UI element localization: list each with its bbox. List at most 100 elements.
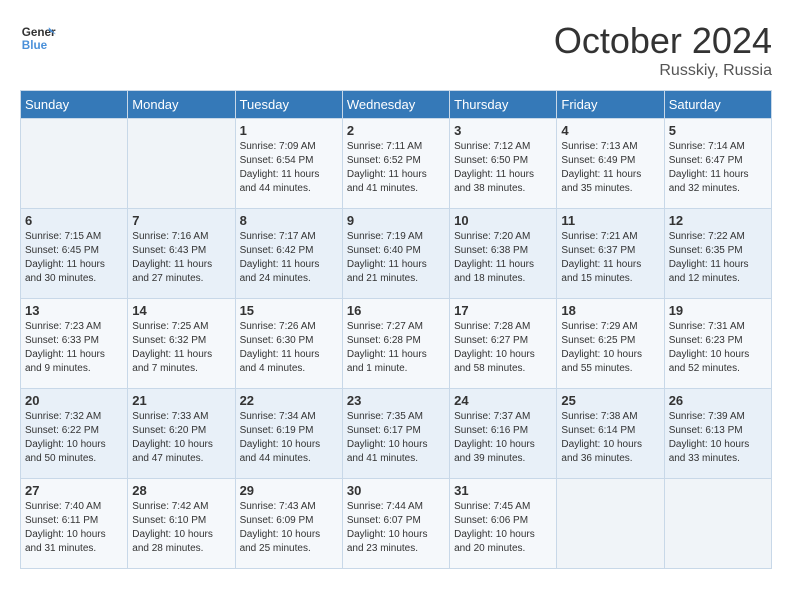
day-info: Sunrise: 7:12 AM Sunset: 6:50 PM Dayligh… (454, 140, 552, 196)
day-info: Sunrise: 7:37 AM Sunset: 6:16 PM Dayligh… (454, 410, 552, 466)
calendar-day-cell: 26 Sunrise: 7:39 AM Sunset: 6:13 PM Dayli… (664, 389, 771, 479)
calendar-day-cell: 1 Sunrise: 7:09 AM Sunset: 6:54 PM Daylig… (235, 119, 342, 209)
weekday-header-row: SundayMondayTuesdayWednesdayThursdayFrid… (21, 91, 772, 119)
day-info: Sunrise: 7:13 AM Sunset: 6:49 PM Dayligh… (561, 140, 659, 196)
calendar-day-cell: 24 Sunrise: 7:37 AM Sunset: 6:16 PM Dayli… (450, 389, 557, 479)
calendar-day-cell: 22 Sunrise: 7:34 AM Sunset: 6:19 PM Dayli… (235, 389, 342, 479)
empty-day-cell (664, 479, 771, 569)
calendar-day-cell: 2Sunrise: 7:11 AM Sunset: 6:52 PM Daylig… (342, 119, 449, 209)
calendar-week-row: 13 Sunrise: 7:23 AM Sunset: 6:33 PM Dayli… (21, 299, 772, 389)
day-number: 27 (25, 483, 123, 498)
weekday-header-tuesday: Tuesday (235, 91, 342, 119)
day-info: Sunrise: 7:28 AM Sunset: 6:27 PM Dayligh… (454, 320, 552, 376)
day-info: Sunrise: 7:23 AM Sunset: 6:33 PM Dayligh… (25, 320, 123, 376)
day-info: Sunrise: 7:35 AM Sunset: 6:17 PM Dayligh… (347, 410, 445, 466)
day-info: Sunrise: 7:32 AM Sunset: 6:22 PM Dayligh… (25, 410, 123, 466)
day-info: Sunrise: 7:45 AM Sunset: 6:06 PM Dayligh… (454, 500, 552, 556)
logo: General Blue (20, 20, 56, 56)
logo-icon: General Blue (20, 20, 56, 56)
day-number: 20 (25, 393, 123, 408)
calendar-day-cell: 11 Sunrise: 7:21 AM Sunset: 6:37 PM Dayli… (557, 209, 664, 299)
day-number: 18 (561, 303, 659, 318)
day-number: 15 (240, 303, 338, 318)
day-info: Sunrise: 7:09 AM Sunset: 6:54 PM Dayligh… (240, 140, 338, 196)
location-subtitle: Russkiy, Russia (554, 62, 772, 80)
calendar-week-row: 6Sunrise: 7:15 AM Sunset: 6:45 PM Daylig… (21, 209, 772, 299)
calendar-week-row: 27 Sunrise: 7:40 AM Sunset: 6:11 PM Dayli… (21, 479, 772, 569)
calendar-day-cell: 23 Sunrise: 7:35 AM Sunset: 6:17 PM Dayli… (342, 389, 449, 479)
calendar-day-cell: 28 Sunrise: 7:42 AM Sunset: 6:10 PM Dayli… (128, 479, 235, 569)
calendar-day-cell: 8Sunrise: 7:17 AM Sunset: 6:42 PM Daylig… (235, 209, 342, 299)
calendar-day-cell: 19Sunrise: 7:31 AM Sunset: 6:23 PM Dayli… (664, 299, 771, 389)
day-info: Sunrise: 7:38 AM Sunset: 6:14 PM Dayligh… (561, 410, 659, 466)
day-info: Sunrise: 7:43 AM Sunset: 6:09 PM Dayligh… (240, 500, 338, 556)
weekday-header-thursday: Thursday (450, 91, 557, 119)
day-info: Sunrise: 7:33 AM Sunset: 6:20 PM Dayligh… (132, 410, 230, 466)
day-info: Sunrise: 7:16 AM Sunset: 6:43 PM Dayligh… (132, 230, 230, 286)
svg-text:Blue: Blue (22, 39, 48, 52)
calendar-day-cell: 25 Sunrise: 7:38 AM Sunset: 6:14 PM Dayli… (557, 389, 664, 479)
calendar-table: SundayMondayTuesdayWednesdayThursdayFrid… (20, 90, 772, 569)
day-number: 12 (669, 213, 767, 228)
calendar-day-cell: 5 Sunrise: 7:14 AM Sunset: 6:47 PM Daylig… (664, 119, 771, 209)
day-number: 21 (132, 393, 230, 408)
day-info: Sunrise: 7:25 AM Sunset: 6:32 PM Dayligh… (132, 320, 230, 376)
day-number: 25 (561, 393, 659, 408)
calendar-day-cell: 16 Sunrise: 7:27 AM Sunset: 6:28 PM Dayli… (342, 299, 449, 389)
day-number: 28 (132, 483, 230, 498)
day-number: 11 (561, 213, 659, 228)
calendar-day-cell: 29Sunrise: 7:43 AM Sunset: 6:09 PM Dayli… (235, 479, 342, 569)
day-number: 7 (132, 213, 230, 228)
svg-text:General: General (22, 26, 56, 39)
calendar-day-cell: 31 Sunrise: 7:45 AM Sunset: 6:06 PM Dayli… (450, 479, 557, 569)
day-info: Sunrise: 7:21 AM Sunset: 6:37 PM Dayligh… (561, 230, 659, 286)
calendar-week-row: 1 Sunrise: 7:09 AM Sunset: 6:54 PM Daylig… (21, 119, 772, 209)
day-number: 31 (454, 483, 552, 498)
day-number: 4 (561, 123, 659, 138)
calendar-day-cell: 3 Sunrise: 7:12 AM Sunset: 6:50 PM Daylig… (450, 119, 557, 209)
weekday-header-wednesday: Wednesday (342, 91, 449, 119)
calendar-day-cell: 7 Sunrise: 7:16 AM Sunset: 6:43 PM Daylig… (128, 209, 235, 299)
calendar-day-cell: 30Sunrise: 7:44 AM Sunset: 6:07 PM Dayli… (342, 479, 449, 569)
empty-day-cell (21, 119, 128, 209)
day-info: Sunrise: 7:31 AM Sunset: 6:23 PM Dayligh… (669, 320, 767, 376)
day-number: 26 (669, 393, 767, 408)
calendar-day-cell: 14 Sunrise: 7:25 AM Sunset: 6:32 PM Dayli… (128, 299, 235, 389)
day-number: 5 (669, 123, 767, 138)
day-number: 23 (347, 393, 445, 408)
calendar-day-cell: 15 Sunrise: 7:26 AM Sunset: 6:30 PM Dayli… (235, 299, 342, 389)
day-info: Sunrise: 7:44 AM Sunset: 6:07 PM Dayligh… (347, 500, 445, 556)
calendar-day-cell: 18 Sunrise: 7:29 AM Sunset: 6:25 PM Dayli… (557, 299, 664, 389)
day-number: 13 (25, 303, 123, 318)
day-info: Sunrise: 7:40 AM Sunset: 6:11 PM Dayligh… (25, 500, 123, 556)
day-number: 1 (240, 123, 338, 138)
title-block: October 2024 Russkiy, Russia (554, 20, 772, 80)
day-number: 8 (240, 213, 338, 228)
day-info: Sunrise: 7:27 AM Sunset: 6:28 PM Dayligh… (347, 320, 445, 376)
day-info: Sunrise: 7:29 AM Sunset: 6:25 PM Dayligh… (561, 320, 659, 376)
day-number: 24 (454, 393, 552, 408)
day-info: Sunrise: 7:19 AM Sunset: 6:40 PM Dayligh… (347, 230, 445, 286)
day-number: 3 (454, 123, 552, 138)
day-number: 17 (454, 303, 552, 318)
day-info: Sunrise: 7:20 AM Sunset: 6:38 PM Dayligh… (454, 230, 552, 286)
day-info: Sunrise: 7:34 AM Sunset: 6:19 PM Dayligh… (240, 410, 338, 466)
day-number: 6 (25, 213, 123, 228)
day-info: Sunrise: 7:42 AM Sunset: 6:10 PM Dayligh… (132, 500, 230, 556)
calendar-day-cell: 17 Sunrise: 7:28 AM Sunset: 6:27 PM Dayli… (450, 299, 557, 389)
day-number: 9 (347, 213, 445, 228)
day-info: Sunrise: 7:14 AM Sunset: 6:47 PM Dayligh… (669, 140, 767, 196)
calendar-day-cell: 9 Sunrise: 7:19 AM Sunset: 6:40 PM Daylig… (342, 209, 449, 299)
weekday-header-sunday: Sunday (21, 91, 128, 119)
day-info: Sunrise: 7:39 AM Sunset: 6:13 PM Dayligh… (669, 410, 767, 466)
day-number: 22 (240, 393, 338, 408)
page-header: General Blue October 2024 Russkiy, Russi… (20, 20, 772, 80)
day-info: Sunrise: 7:11 AM Sunset: 6:52 PM Dayligh… (347, 140, 445, 196)
weekday-header-friday: Friday (557, 91, 664, 119)
day-number: 14 (132, 303, 230, 318)
calendar-day-cell: 20 Sunrise: 7:32 AM Sunset: 6:22 PM Dayli… (21, 389, 128, 479)
day-info: Sunrise: 7:26 AM Sunset: 6:30 PM Dayligh… (240, 320, 338, 376)
day-info: Sunrise: 7:22 AM Sunset: 6:35 PM Dayligh… (669, 230, 767, 286)
weekday-header-monday: Monday (128, 91, 235, 119)
day-number: 16 (347, 303, 445, 318)
